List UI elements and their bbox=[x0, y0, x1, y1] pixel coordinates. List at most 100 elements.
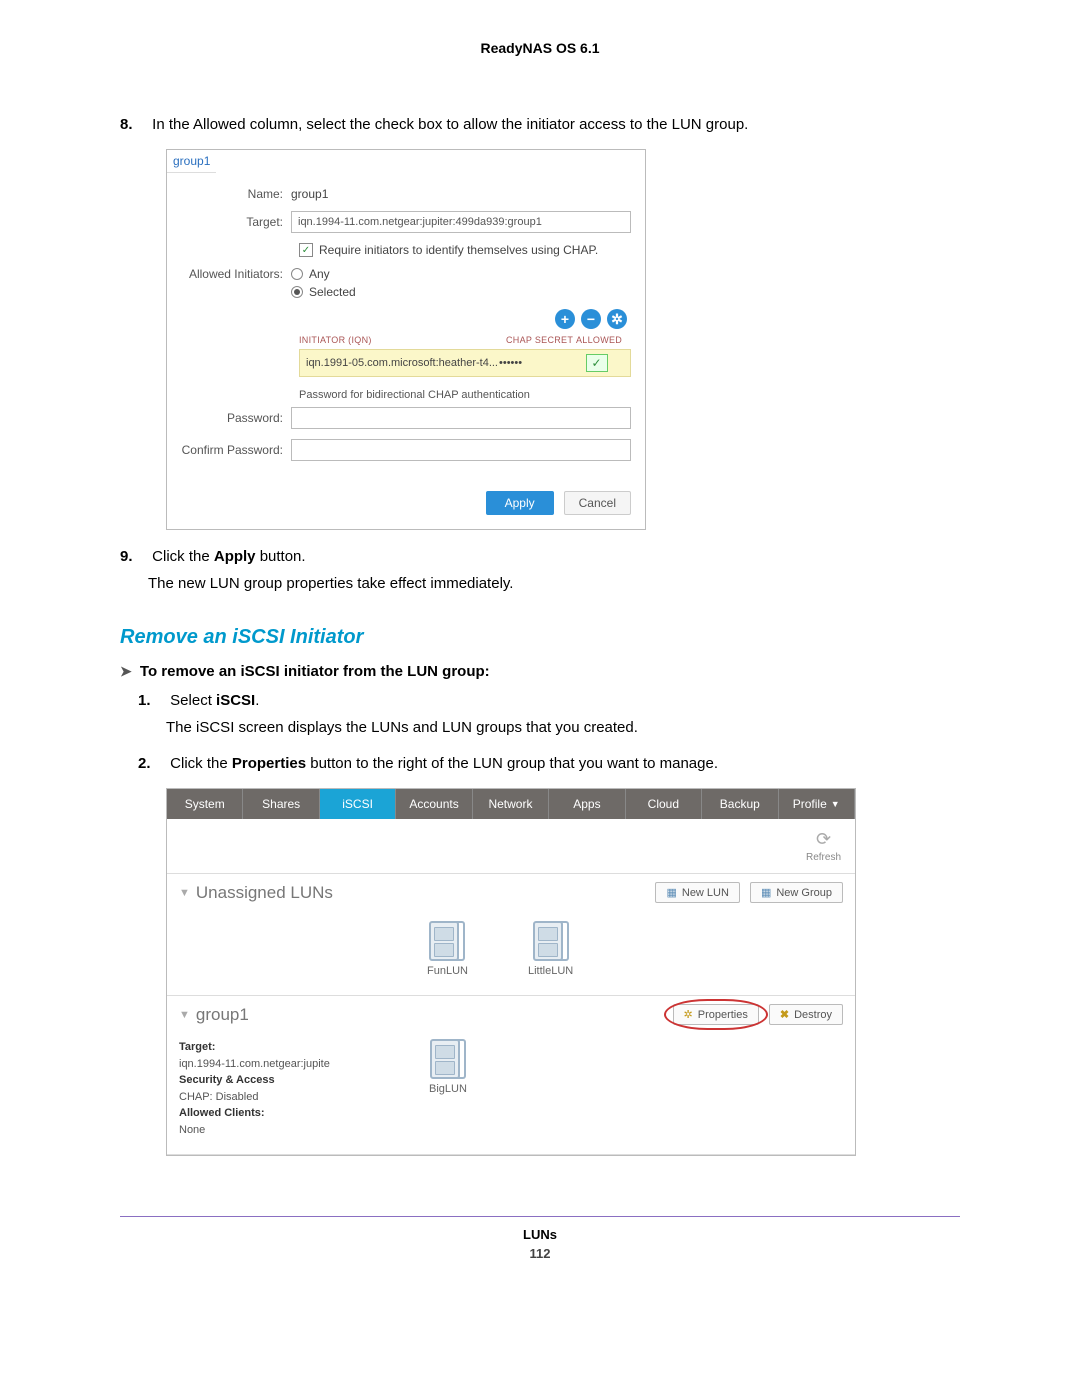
iscsi-screen: System Shares iSCSI Accounts Network App… bbox=[166, 788, 856, 1156]
security-value: CHAP: Disabled bbox=[179, 1089, 419, 1106]
step-9-suffix: button. bbox=[256, 548, 306, 565]
tab-apps[interactable]: Apps bbox=[549, 789, 625, 819]
substep-1-prefix: Select bbox=[170, 692, 216, 709]
substep-2-bold: Properties bbox=[232, 755, 306, 772]
tab-iscsi[interactable]: iSCSI bbox=[320, 789, 396, 819]
col-chap-secret: CHAP SECRET bbox=[506, 335, 576, 345]
lun-funlun[interactable]: FunLUN bbox=[427, 921, 468, 977]
password-label: Password: bbox=[181, 411, 291, 425]
clients-value: None bbox=[179, 1122, 419, 1139]
lun-biglun-label: BigLUN bbox=[429, 1083, 467, 1095]
chap-checkbox[interactable]: ✓ bbox=[299, 243, 313, 257]
step-8-number: 8. bbox=[120, 116, 148, 133]
step-9-prefix: Click the bbox=[152, 548, 214, 565]
target-key: Target: bbox=[179, 1041, 215, 1053]
substep-1-line2: The iSCSI screen displays the LUNs and L… bbox=[166, 717, 960, 740]
substep-2: 2. Click the Properties button to the ri… bbox=[138, 755, 960, 772]
substep-1: 1. Select iSCSI. The iSCSI screen displa… bbox=[138, 692, 960, 740]
group-icon: ▦ bbox=[761, 886, 771, 899]
group-info: Target: iqn.1994-11.com.netgear:jupite S… bbox=[179, 1039, 419, 1138]
refresh-button[interactable]: ⟳ Refresh bbox=[806, 829, 841, 863]
destroy-button[interactable]: ✖ Destroy bbox=[769, 1004, 843, 1025]
page-number: 112 bbox=[0, 1246, 1080, 1261]
radio-selected[interactable] bbox=[291, 286, 303, 298]
substep-2-prefix: Click the bbox=[170, 755, 232, 772]
initiator-row[interactable]: iqn.1991-05.com.microsoft:heather-t4... … bbox=[299, 349, 631, 377]
cancel-button[interactable]: Cancel bbox=[564, 491, 631, 515]
target-value: iqn.1994-11.com.netgear:jupite bbox=[179, 1056, 419, 1073]
password-input[interactable] bbox=[291, 407, 631, 429]
tab-network[interactable]: Network bbox=[473, 789, 549, 819]
destroy-label: Destroy bbox=[794, 1009, 832, 1021]
chevron-down-icon: ▼ bbox=[831, 799, 840, 809]
substep-1-bold: iSCSI bbox=[216, 692, 255, 709]
tab-backup[interactable]: Backup bbox=[702, 789, 778, 819]
password-caption: Password for bidirectional CHAP authenti… bbox=[299, 389, 631, 401]
properties-button[interactable]: ✲ Properties bbox=[673, 1004, 759, 1025]
lun-drive-icon bbox=[430, 1039, 460, 1079]
tab-system[interactable]: System bbox=[167, 789, 243, 819]
lun-littlelun[interactable]: LittleLUN bbox=[528, 921, 573, 977]
radio-any-label: Any bbox=[309, 267, 330, 281]
page-header: ReadyNAS OS 6.1 bbox=[0, 40, 1080, 56]
collapse-icon[interactable]: ▼ bbox=[179, 887, 190, 899]
lun-funlun-label: FunLUN bbox=[427, 965, 468, 977]
tab-profile-label: Profile bbox=[793, 797, 827, 811]
new-group-button[interactable]: ▦ New Group bbox=[750, 882, 843, 903]
section-heading: Remove an iSCSI Initiator bbox=[120, 626, 960, 649]
confirm-password-label: Confirm Password: bbox=[181, 443, 291, 457]
lun-biglun[interactable]: BigLUN bbox=[429, 1039, 467, 1138]
radio-any[interactable] bbox=[291, 268, 303, 280]
radio-selected-label: Selected bbox=[309, 285, 356, 299]
dialog-tab[interactable]: group1 bbox=[167, 150, 216, 173]
step-9: 9. Click the Apply button. The new LUN g… bbox=[120, 548, 960, 596]
tab-accounts[interactable]: Accounts bbox=[396, 789, 472, 819]
clients-key: Allowed Clients: bbox=[179, 1107, 265, 1119]
remove-initiator-icon[interactable]: − bbox=[581, 309, 601, 329]
gear-icon: ✲ bbox=[684, 1008, 693, 1021]
allowed-initiators-label: Allowed Initiators: bbox=[181, 267, 291, 281]
lun-group-dialog: group1 Name: group1 Target: ✓ Require in… bbox=[166, 149, 646, 530]
new-lun-button[interactable]: ▦ New LUN bbox=[655, 882, 739, 903]
lun-drive-icon bbox=[533, 921, 563, 961]
step-9-line2: The new LUN group properties take effect… bbox=[148, 573, 960, 596]
step-9-bold: Apply bbox=[214, 548, 256, 565]
step-8: 8. In the Allowed column, select the che… bbox=[120, 116, 960, 133]
initiator-table-header: INITIATOR (IQN) CHAP SECRET ALLOWED bbox=[299, 335, 631, 345]
lun-drive-icon bbox=[429, 921, 459, 961]
col-iqn: INITIATOR (IQN) bbox=[299, 335, 506, 345]
group1-heading: group1 bbox=[196, 1005, 249, 1025]
substep-2-suffix: button to the right of the LUN group tha… bbox=[306, 755, 718, 772]
initiator-iqn: iqn.1991-05.com.microsoft:heather-t4... bbox=[306, 357, 499, 369]
tab-shares[interactable]: Shares bbox=[243, 789, 319, 819]
allowed-checkbox[interactable]: ✓ bbox=[586, 354, 608, 372]
substep-1-number: 1. bbox=[138, 692, 166, 709]
footer-label: LUNs bbox=[0, 1227, 1080, 1242]
destroy-icon: ✖ bbox=[780, 1008, 789, 1021]
target-input[interactable] bbox=[291, 211, 631, 233]
apply-button[interactable]: Apply bbox=[486, 491, 554, 515]
refresh-label: Refresh bbox=[806, 852, 841, 863]
step-9-number: 9. bbox=[120, 548, 148, 565]
lun-littlelun-label: LittleLUN bbox=[528, 965, 573, 977]
tab-profile[interactable]: Profile ▼ bbox=[779, 789, 855, 819]
nav-bar: System Shares iSCSI Accounts Network App… bbox=[167, 789, 855, 819]
procedure-marker-icon: ➤ bbox=[120, 663, 132, 679]
properties-label: Properties bbox=[698, 1009, 748, 1021]
lun-icon: ▦ bbox=[666, 886, 676, 899]
chap-checkbox-label: Require initiators to identify themselve… bbox=[319, 243, 598, 257]
confirm-password-input[interactable] bbox=[291, 439, 631, 461]
target-label: Target: bbox=[181, 215, 291, 229]
security-key: Security & Access bbox=[179, 1074, 275, 1086]
new-group-label: New Group bbox=[776, 887, 832, 899]
collapse-icon[interactable]: ▼ bbox=[179, 1009, 190, 1021]
add-initiator-icon[interactable]: + bbox=[555, 309, 575, 329]
col-allowed: ALLOWED bbox=[576, 335, 631, 345]
name-value: group1 bbox=[291, 187, 631, 201]
tab-cloud[interactable]: Cloud bbox=[626, 789, 702, 819]
new-lun-label: New LUN bbox=[682, 887, 729, 899]
step-8-text: In the Allowed column, select the check … bbox=[152, 116, 748, 133]
footer-divider bbox=[120, 1216, 960, 1217]
procedure-heading: To remove an iSCSI initiator from the LU… bbox=[140, 663, 490, 680]
settings-icon[interactable]: ✲ bbox=[607, 309, 627, 329]
